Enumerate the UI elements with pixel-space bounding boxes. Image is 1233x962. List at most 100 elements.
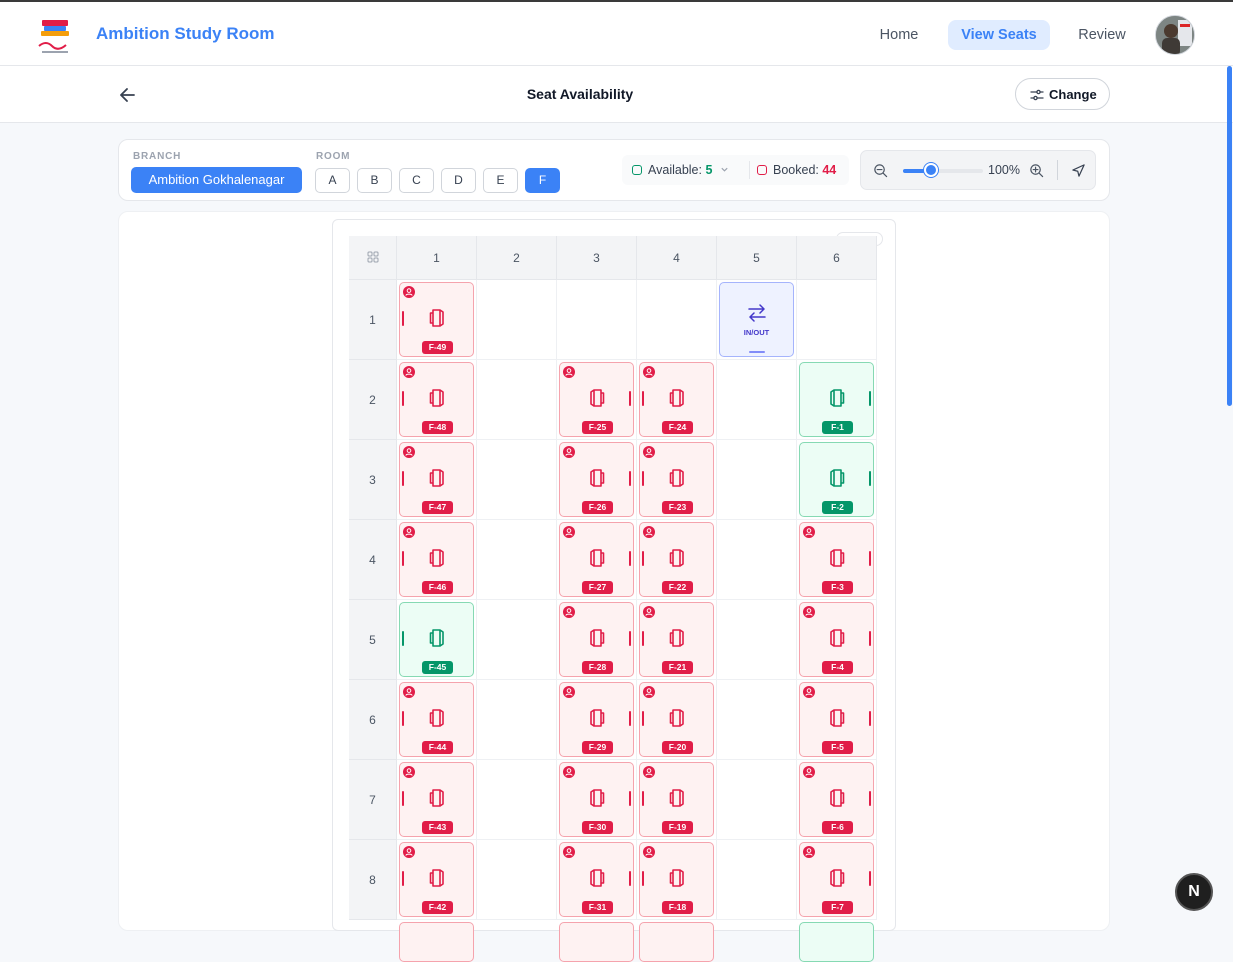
booked-seat[interactable]: F-23 — [639, 442, 714, 517]
booked-seat[interactable]: F-4 — [799, 602, 874, 677]
dev-tools-badge[interactable]: N — [1175, 873, 1213, 911]
row-header: 1 — [349, 280, 397, 360]
brand-logo[interactable] — [34, 16, 76, 58]
booked-seat[interactable]: F-19 — [639, 762, 714, 837]
partial-seat[interactable] — [399, 922, 474, 962]
desk-edge-mark — [642, 391, 644, 406]
branch-selector[interactable]: Ambition Gokhalenagar — [131, 167, 302, 193]
occupant-icon — [563, 686, 575, 698]
chair-icon — [828, 627, 846, 654]
occupant-icon — [643, 366, 655, 378]
booked-seat[interactable]: F-20 — [639, 682, 714, 757]
room-button-a[interactable]: A — [315, 168, 350, 193]
booked-seat[interactable]: F-25 — [559, 362, 634, 437]
occupant-icon — [563, 766, 575, 778]
booked-seat[interactable]: F-31 — [559, 842, 634, 917]
seat-cell: F-45 — [397, 600, 477, 680]
filter-bar: BRANCH Ambition Gokhalenagar ROOM A B C … — [118, 139, 1110, 201]
page-header: Seat Availability Change — [0, 66, 1233, 123]
partial-seat[interactable] — [639, 922, 714, 962]
chair-icon — [668, 387, 686, 414]
user-avatar[interactable] — [1155, 15, 1195, 55]
seat-cell: F-31 — [557, 840, 637, 920]
legend-divider — [749, 161, 750, 179]
booked-seat[interactable]: F-7 — [799, 842, 874, 917]
seat-label: F-45 — [422, 661, 453, 674]
booked-seat[interactable]: F-48 — [399, 362, 474, 437]
room-button-d[interactable]: D — [441, 168, 476, 193]
booked-seat[interactable]: F-46 — [399, 522, 474, 597]
available-swatch — [632, 165, 642, 175]
seat-label: F-7 — [822, 901, 853, 914]
seat-label: F-21 — [662, 661, 693, 674]
nav-review[interactable]: Review — [1068, 20, 1136, 50]
seat-label: F-48 — [422, 421, 453, 434]
seat-cell: F-43 — [397, 760, 477, 840]
page-scrollbar[interactable] — [1227, 66, 1232, 406]
desk-edge-mark — [642, 551, 644, 566]
booked-seat[interactable]: F-5 — [799, 682, 874, 757]
brand-title[interactable]: Ambition Study Room — [96, 24, 274, 44]
booked-seat[interactable]: F-21 — [639, 602, 714, 677]
seat-label: F-2 — [822, 501, 853, 514]
entrance-cell: IN/OUT — [717, 280, 797, 360]
room-button-e[interactable]: E — [483, 168, 518, 193]
seat-cell: F-6 — [797, 760, 877, 840]
available-seat[interactable]: F-1 — [799, 362, 874, 437]
available-count: 5 — [705, 163, 713, 177]
seat-label: F-25 — [582, 421, 613, 434]
entrance-underline — [749, 351, 765, 353]
booked-seat[interactable]: F-44 — [399, 682, 474, 757]
zoom-slider-thumb[interactable] — [924, 163, 938, 177]
booked-seat[interactable]: F-24 — [639, 362, 714, 437]
available-seat[interactable]: F-45 — [399, 602, 474, 677]
desk-edge-mark — [629, 631, 631, 646]
booked-seat[interactable]: F-47 — [399, 442, 474, 517]
booked-seat[interactable]: F-29 — [559, 682, 634, 757]
seat-cell: F-27 — [557, 520, 637, 600]
booked-seat[interactable]: F-43 — [399, 762, 474, 837]
booked-seat[interactable]: F-42 — [399, 842, 474, 917]
seat-cell: F-5 — [797, 680, 877, 760]
room-button-f[interactable]: F — [525, 168, 560, 193]
booked-seat[interactable]: F-28 — [559, 602, 634, 677]
booked-seat[interactable]: F-26 — [559, 442, 634, 517]
room-button-c[interactable]: C — [399, 168, 434, 193]
chevron-down-icon — [721, 167, 728, 172]
booked-seat[interactable]: F-6 — [799, 762, 874, 837]
chair-icon — [828, 707, 846, 734]
zoom-slider-track[interactable] — [903, 169, 983, 173]
booked-seat[interactable]: F-49 — [399, 282, 474, 357]
zoom-in-icon[interactable] — [1029, 163, 1044, 178]
row-header: 4 — [349, 520, 397, 600]
seat-label: F-47 — [422, 501, 453, 514]
partial-seat[interactable] — [559, 922, 634, 962]
occupant-icon — [563, 846, 575, 858]
row-header: 6 — [349, 680, 397, 760]
legend-available[interactable]: Available: 5 — [632, 163, 729, 177]
booked-seat[interactable]: F-22 — [639, 522, 714, 597]
booked-seat[interactable]: F-3 — [799, 522, 874, 597]
entrance-marker: IN/OUT — [719, 282, 794, 357]
chair-icon — [828, 547, 846, 574]
nav-home[interactable]: Home — [868, 20, 930, 50]
room-button-b[interactable]: B — [357, 168, 392, 193]
booked-seat[interactable]: F-30 — [559, 762, 634, 837]
partial-seat[interactable] — [799, 922, 874, 962]
zoom-out-icon[interactable] — [873, 163, 888, 178]
seat-cell: F-42 — [397, 840, 477, 920]
change-button[interactable]: Change — [1015, 78, 1110, 110]
grid-cell — [717, 840, 797, 920]
booked-swatch — [757, 165, 767, 175]
available-seat[interactable]: F-2 — [799, 442, 874, 517]
seat-label: F-19 — [662, 821, 693, 834]
nav-view-seats[interactable]: View Seats — [948, 20, 1050, 50]
navigation-arrow-icon[interactable] — [1071, 163, 1086, 178]
desk-edge-mark — [869, 631, 871, 646]
booked-seat[interactable]: F-18 — [639, 842, 714, 917]
grid-cell — [717, 680, 797, 760]
column-header: 4 — [637, 236, 717, 280]
booked-seat[interactable]: F-27 — [559, 522, 634, 597]
occupant-icon — [563, 606, 575, 618]
occupant-icon — [803, 526, 815, 538]
